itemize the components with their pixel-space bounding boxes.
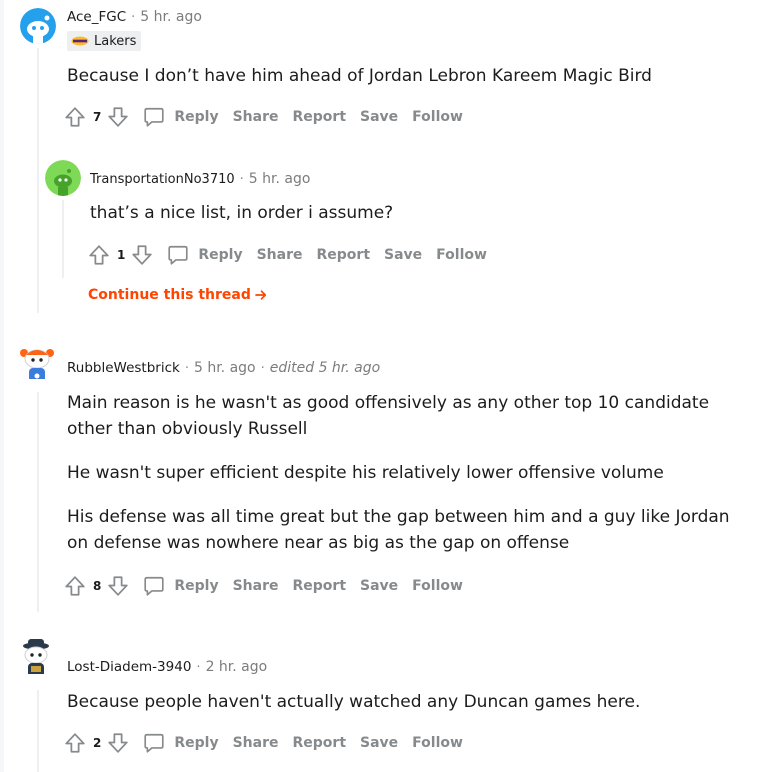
upvote-icon[interactable] [64,731,86,755]
vote-score: 7 [93,110,102,124]
comment-time[interactable]: 2 hr. ago [206,659,268,675]
separator: · [196,660,201,675]
comment-body: Main reason is he wasn't as good offensi… [67,390,747,556]
comment-time[interactable]: 5 hr. ago [194,360,256,376]
comment-body: Because I don’t have him ahead of Jordan… [67,63,747,89]
comment-actions: 2 Reply Share Report Save Follow [64,729,463,757]
continue-thread-link[interactable]: Continue this thread [88,287,268,303]
upvote-icon[interactable] [64,105,86,129]
report-button[interactable]: Report [317,247,371,263]
save-button[interactable]: Save [360,109,398,125]
comment-body: Because people haven't actually watched … [67,689,747,715]
comment-author[interactable]: TransportationNo3710 [90,172,235,187]
downvote-icon[interactable] [107,574,129,598]
thread-line[interactable] [37,690,39,772]
share-button[interactable]: Share [233,109,279,125]
snoo-avatar-icon [20,349,54,379]
reply-button[interactable]: Reply [174,109,218,125]
follow-button[interactable]: Follow [412,109,463,125]
snoo-avatar-icon [20,8,56,44]
comment-time[interactable]: 5 hr. ago [249,171,311,187]
follow-button[interactable]: Follow [412,578,463,594]
comment-paragraph: Because people haven't actually watched … [67,692,641,712]
save-button[interactable]: Save [360,735,398,751]
comment-paragraph: He wasn't super efficient despite his re… [67,463,664,483]
comment-actions: 1 Reply Share Report Save Follow [88,241,487,269]
thread-line[interactable] [37,392,39,612]
share-button[interactable]: Share [233,735,279,751]
vote-score: 8 [93,579,102,593]
reply-button[interactable]: Reply [174,735,218,751]
reply-button[interactable]: Reply [198,247,242,263]
save-button[interactable]: Save [384,247,422,263]
snoo-avatar-icon [23,639,49,674]
comment-bubble-icon[interactable] [167,244,189,266]
comment-time[interactable]: 5 hr. ago [140,9,202,25]
comment-bubble-icon[interactable] [143,106,165,128]
comment-paragraph: Main reason is he wasn't as good offensi… [67,393,710,439]
separator: · [260,361,265,376]
upvote-icon[interactable] [88,243,110,267]
follow-button[interactable]: Follow [436,247,487,263]
continue-thread-label: Continue this thread [88,287,251,303]
snoo-avatar-icon [45,160,81,196]
edited-label: edited 5 hr. ago [269,360,381,376]
lakers-logo-icon [71,36,89,46]
comment-body: that’s a nice list, in order i assume? [90,200,690,226]
vote-score: 1 [117,248,126,262]
share-button[interactable]: Share [233,578,279,594]
comment-author[interactable]: Ace_FGC [67,9,126,25]
report-button[interactable]: Report [293,578,347,594]
report-button[interactable]: Report [293,109,347,125]
report-button[interactable]: Report [293,735,347,751]
separator: · [239,172,244,187]
downvote-icon[interactable] [107,105,129,129]
thread-line[interactable] [37,48,39,313]
left-gutter [0,0,4,772]
comment-bubble-icon[interactable] [143,732,165,754]
arrow-right-icon [255,290,267,300]
avatar[interactable] [20,8,56,44]
thread-line[interactable] [62,200,64,278]
avatar[interactable] [17,638,53,674]
follow-button[interactable]: Follow [412,735,463,751]
comment-paragraph: Because I don’t have him ahead of Jordan… [67,66,652,86]
user-flair: Lakers [67,31,142,51]
vote-score: 2 [93,736,102,750]
avatar[interactable] [45,160,81,196]
comment-bubble-icon[interactable] [143,575,165,597]
flair-label: Lakers [94,33,137,49]
downvote-icon[interactable] [107,731,129,755]
comment-paragraph: that’s a nice list, in order i assume? [90,203,394,223]
separator: · [131,10,136,25]
reply-button[interactable]: Reply [174,578,218,594]
downvote-icon[interactable] [131,243,153,267]
comment-paragraph: His defense was all time great but the g… [67,507,730,553]
save-button[interactable]: Save [360,578,398,594]
upvote-icon[interactable] [64,574,86,598]
comment-actions: 8 Reply Share Report Save Follow [64,572,463,600]
separator: · [184,361,189,376]
share-button[interactable]: Share [257,247,303,263]
comment-author[interactable]: Lost-Diadem-3940 [67,659,191,675]
avatar[interactable] [18,343,54,379]
comment-actions: 7 Reply Share Report Save Follow [64,103,463,131]
comment-author[interactable]: RubbleWestbrick [67,360,180,376]
